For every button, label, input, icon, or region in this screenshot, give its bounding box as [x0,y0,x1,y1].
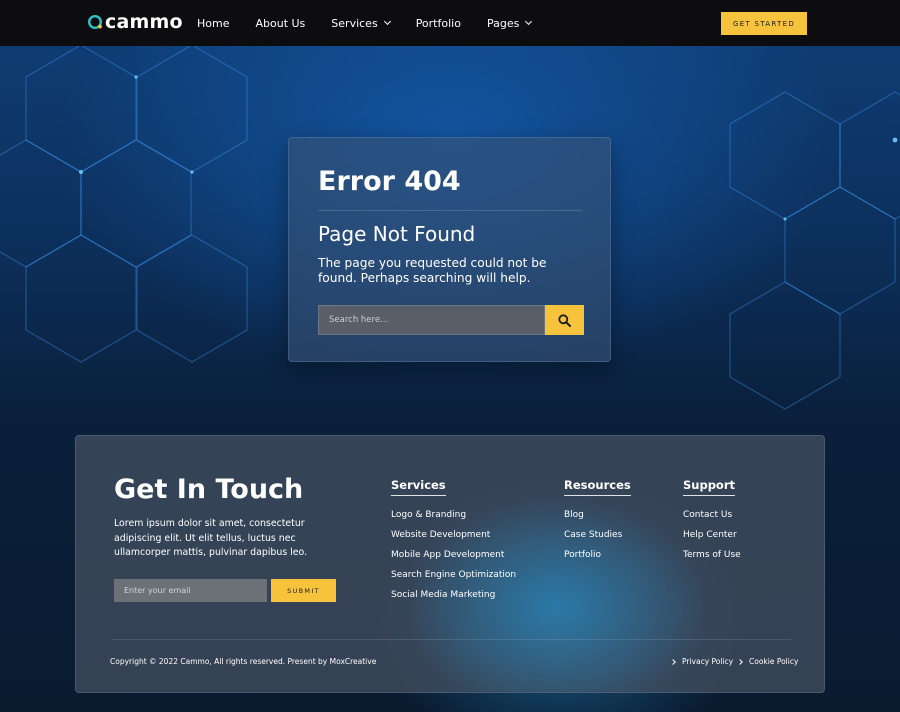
footer-column-resources: Resources Blog Case Studies Portfolio [564,474,631,570]
nav-label: Home [197,16,230,30]
chevron-right-icon [670,658,676,665]
footer-link[interactable]: Contact Us [683,510,741,521]
footer-link[interactable]: Social Media Marketing [391,590,516,601]
nav-item-about-us[interactable]: About Us [255,17,305,30]
footer-description: Lorem ipsum dolor sit amet, consectetur … [114,518,308,558]
nav-item-home[interactable]: Home [197,17,229,30]
c-ring-icon [87,14,103,30]
brand-name: cammo [105,11,183,33]
error-message: The page you requested could not be foun… [318,256,547,285]
chevron-down-icon [525,17,533,25]
column-title: Support [683,478,736,496]
nav-label: Portfolio [415,16,461,30]
main-menu: Home About Us Services Portfolio Pages [197,0,557,46]
top-navbar: cammo Home About Us Services Portfolio P… [0,0,900,46]
footer-link[interactable]: Blog [564,510,631,521]
footer-divider [111,639,791,640]
search-form [318,305,584,335]
cookie-policy-link[interactable]: Cookie Policy [737,657,799,666]
nav-item-portfolio[interactable]: Portfolio [416,17,461,30]
footer-link[interactable]: Portfolio [564,550,631,561]
column-title: Services [391,478,446,496]
footer-link[interactable]: Help Center [683,530,741,541]
chevron-right-icon [737,658,743,665]
email-field[interactable] [114,579,267,602]
error-title: Page Not Found [318,222,476,246]
footer-link[interactable]: Case Studies [564,530,631,541]
footer-column-services: Services Logo & Branding Website Develop… [391,474,516,610]
privacy-policy-link[interactable]: Privacy Policy [670,657,734,666]
nav-item-services[interactable]: Services [331,16,391,30]
nav-label: Pages [486,16,520,30]
link-list: Logo & Branding Website Development Mobi… [391,510,516,601]
chevron-down-icon [383,17,391,25]
footer-link[interactable]: Mobile App Development [391,550,516,561]
card-divider [318,210,582,211]
submit-button[interactable]: SUBMIT [271,579,336,602]
column-title: Resources [564,478,631,496]
nav-label: Services [331,16,378,30]
footer-column-support: Support Contact Us Help Center Terms of … [683,474,741,570]
footer-link[interactable]: Website Development [391,530,516,541]
footer-heading: Get In Touch [114,474,304,505]
footer-link[interactable]: Search Engine Optimization [391,570,516,581]
error-card: Error 404 Page Not Found The page you re… [288,137,611,362]
newsletter-form: SUBMIT [114,579,336,602]
nav-label: About Us [255,16,306,30]
search-input[interactable] [318,305,545,335]
link-list: Blog Case Studies Portfolio [564,510,631,561]
footer-link[interactable]: Terms of Use [683,550,741,561]
link-list: Contact Us Help Center Terms of Use [683,510,741,561]
copyright-text: Copyright © 2022 Cammo, All rights reser… [110,657,377,666]
get-started-button[interactable]: GET STARTED [721,12,807,35]
legal-link-label: Privacy Policy [682,657,734,666]
footer-link[interactable]: Logo & Branding [391,510,516,521]
error-code: Error 404 [318,166,461,197]
brand-logo[interactable]: cammo [87,11,183,33]
nav-item-pages[interactable]: Pages [486,16,533,30]
legal-link-label: Cookie Policy [749,657,799,666]
search-icon [558,313,571,327]
search-button[interactable] [545,305,584,335]
footer-panel: Get In Touch Lorem ipsum dolor sit amet,… [75,435,825,693]
